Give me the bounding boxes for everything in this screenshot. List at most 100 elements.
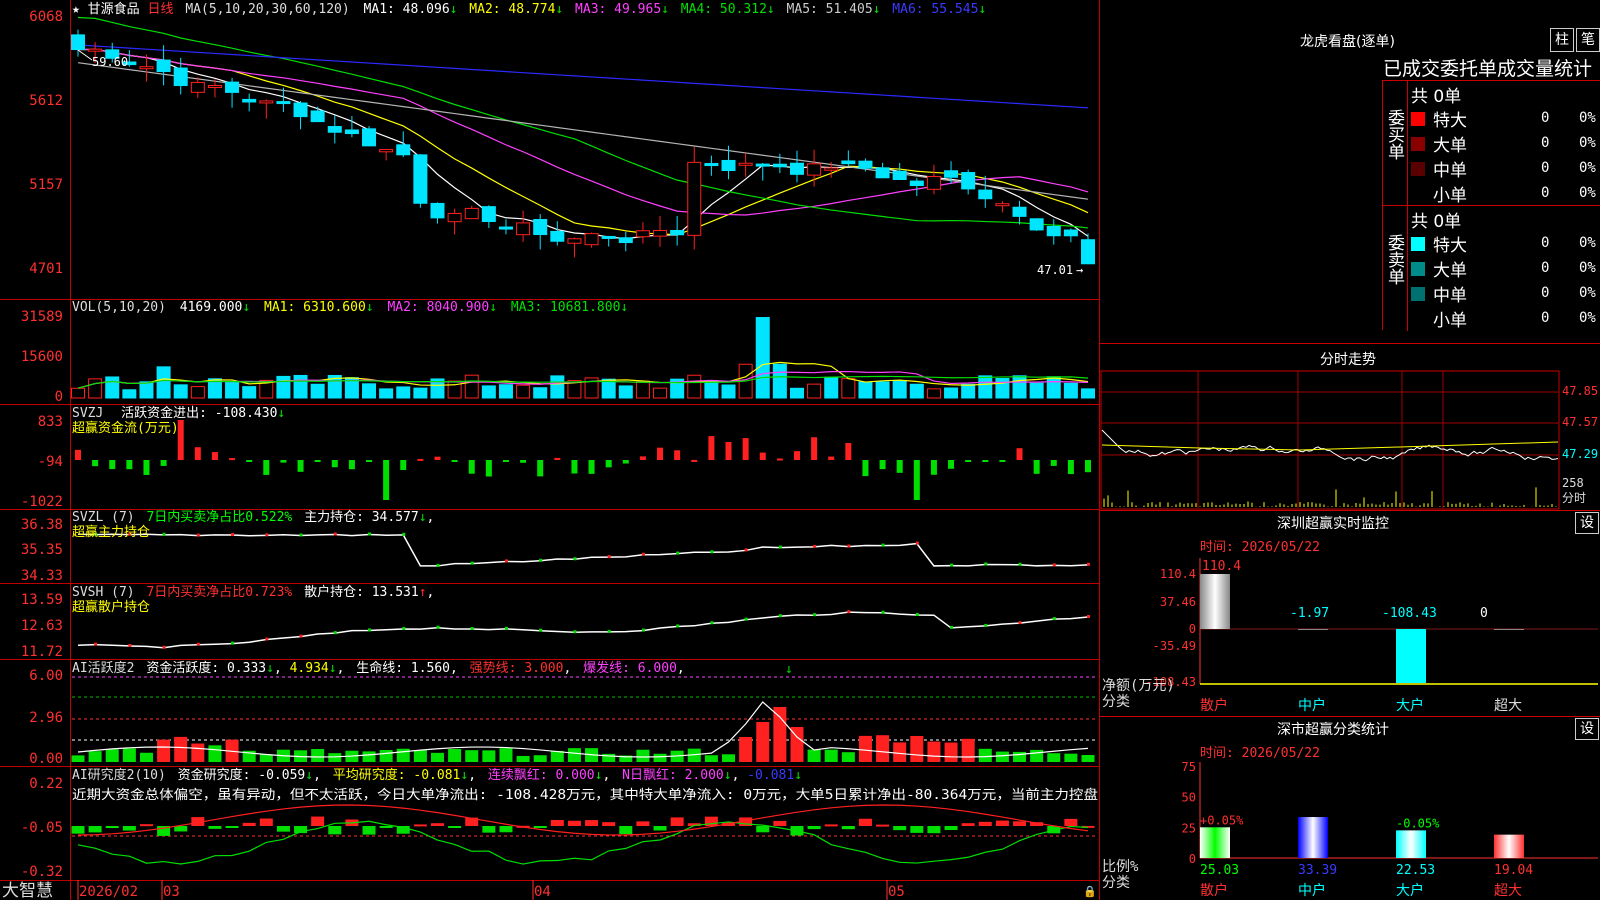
- svsh-line-tick: [162, 645, 166, 649]
- ai1-comma2: ,: [337, 661, 345, 676]
- row-name: 大单: [1433, 261, 1467, 281]
- svzl-line-tick: [573, 557, 577, 561]
- svzj-bar: [92, 460, 99, 467]
- volume-bar: [995, 377, 1010, 399]
- volume-bar: [909, 383, 924, 399]
- sell-side-label: 委卖单: [1384, 234, 1404, 285]
- sz-monitor-cat: 超大: [1494, 698, 1522, 714]
- row-pct: 0%: [1579, 285, 1596, 301]
- research-bar: [448, 826, 462, 828]
- candle-body: [516, 222, 531, 236]
- fenshi-tick: 47.85: [1562, 384, 1598, 398]
- research-bar: [910, 826, 924, 833]
- svsh-line-tick: [299, 634, 303, 638]
- activity-bar: [824, 749, 838, 762]
- activity-bar: [1064, 753, 1078, 762]
- research-bar: [876, 824, 890, 827]
- candle-body: [481, 206, 496, 222]
- candle-body: [396, 144, 411, 156]
- candle-body: [1063, 229, 1078, 237]
- svsh-comma: ,: [427, 585, 435, 600]
- research-bar: [88, 826, 102, 833]
- fenshi-title[interactable]: 分时走势: [1320, 349, 1376, 369]
- sz-stats-settings-button[interactable]: 设: [1575, 718, 1599, 740]
- svzl-line-tick: [984, 562, 988, 566]
- sz-monitor-bar: [1200, 574, 1230, 629]
- svzl-line-tick: [1087, 562, 1090, 566]
- svsh-line-tick: [744, 617, 748, 621]
- svsh-line-tick: [1052, 617, 1056, 621]
- research-bar: [653, 826, 667, 831]
- activity-bar: [88, 751, 102, 762]
- xl-sell-swatch: [1411, 237, 1425, 251]
- svsh-line-tick: [607, 629, 611, 633]
- svzl-line: [77, 533, 1089, 567]
- svzl-line-tick: [265, 533, 269, 537]
- panel-borders: [0, 0, 1100, 900]
- svsh-line-tick: [573, 630, 577, 634]
- column-mode-button[interactable]: 柱: [1550, 28, 1574, 52]
- research-bar: [105, 826, 119, 829]
- x-axis-ticks: [77, 880, 888, 900]
- svzj-bar: [383, 460, 390, 500]
- ai2-note: 近期大资金总体偏空，虽有异动，但不太活跃，今日大单净流出: -108.428万元…: [72, 787, 1098, 803]
- activity-bar: [722, 754, 736, 762]
- candle-body: [687, 161, 702, 236]
- svsh-line-tick: [128, 643, 132, 647]
- candle-body: [259, 100, 274, 104]
- svsh-title: SVSH (7): [72, 585, 135, 600]
- research-bar: [619, 826, 633, 835]
- xl-buy-swatch: [1411, 112, 1425, 126]
- svzj-bar: [1067, 460, 1074, 475]
- svzl-label: 7日内买卖净占比0.522%: [146, 509, 292, 525]
- research-bar: [533, 826, 547, 828]
- candle-body: [71, 34, 85, 51]
- svsh-line-tick: [265, 637, 269, 641]
- candle-body: [139, 66, 154, 70]
- main-chart[interactable]: 6068 5612 5157 4701 31589 15600 0 833 -9…: [0, 0, 1100, 900]
- volume-bar: [105, 376, 120, 399]
- volume-bar: [379, 388, 394, 399]
- ma6-value: MA6: 55.545: [892, 2, 978, 17]
- svsh-line-tick: [368, 628, 372, 632]
- research-bar: [978, 821, 992, 826]
- intraday-chart[interactable]: 47.85 47.57 47.29 258分时: [1100, 370, 1600, 510]
- svzj-bar: [211, 452, 218, 460]
- volume-bar: [550, 375, 565, 399]
- sz-stats-title: 深市超赢分类统计: [1277, 722, 1389, 738]
- sz-monitor-bar: [1298, 629, 1328, 630]
- svsh-line-tick: [676, 624, 680, 628]
- volume-bar: [653, 387, 668, 399]
- ai1-arrow: ↓: [266, 661, 274, 676]
- tick-mode-button[interactable]: 笔: [1576, 28, 1600, 52]
- svzl-arrow: ↓: [419, 510, 427, 525]
- sz-stats-bar: [1494, 834, 1524, 858]
- svsh-line-tick: [641, 628, 645, 632]
- vol-ma3: MA3: 10681.800: [511, 300, 621, 315]
- sell-row-m: 中单 0 0%: [1411, 281, 1600, 306]
- sz-monitor-bar: [1494, 629, 1524, 630]
- activity-bar: [944, 742, 958, 762]
- activity-bar: [841, 752, 855, 762]
- candle-body: [327, 126, 342, 133]
- svzj-bar: [1016, 448, 1023, 460]
- svzj-bar: [297, 460, 304, 472]
- activity-bar: [773, 707, 787, 762]
- research-bar: [362, 826, 376, 835]
- sz-stats-value: 22.53: [1396, 863, 1435, 878]
- research-bar: [225, 826, 239, 828]
- research-bar: [122, 826, 136, 831]
- candle-body: [841, 160, 856, 165]
- candle-body: [207, 85, 222, 89]
- svsh-line-tick: [470, 626, 474, 630]
- row-pct: 0%: [1579, 310, 1596, 326]
- candle-body: [601, 235, 616, 239]
- sell-row-l: 大单 0 0%: [1411, 256, 1600, 281]
- candle-body: [789, 162, 804, 175]
- sz-monitor-settings-button[interactable]: 设: [1575, 512, 1599, 534]
- svzj-bar: [657, 447, 664, 460]
- candlesticks[interactable]: [71, 29, 1095, 265]
- sz-stats-bar: [1200, 827, 1230, 858]
- lock-icon[interactable]: 🔒: [1083, 885, 1097, 898]
- research-bar: [328, 826, 342, 835]
